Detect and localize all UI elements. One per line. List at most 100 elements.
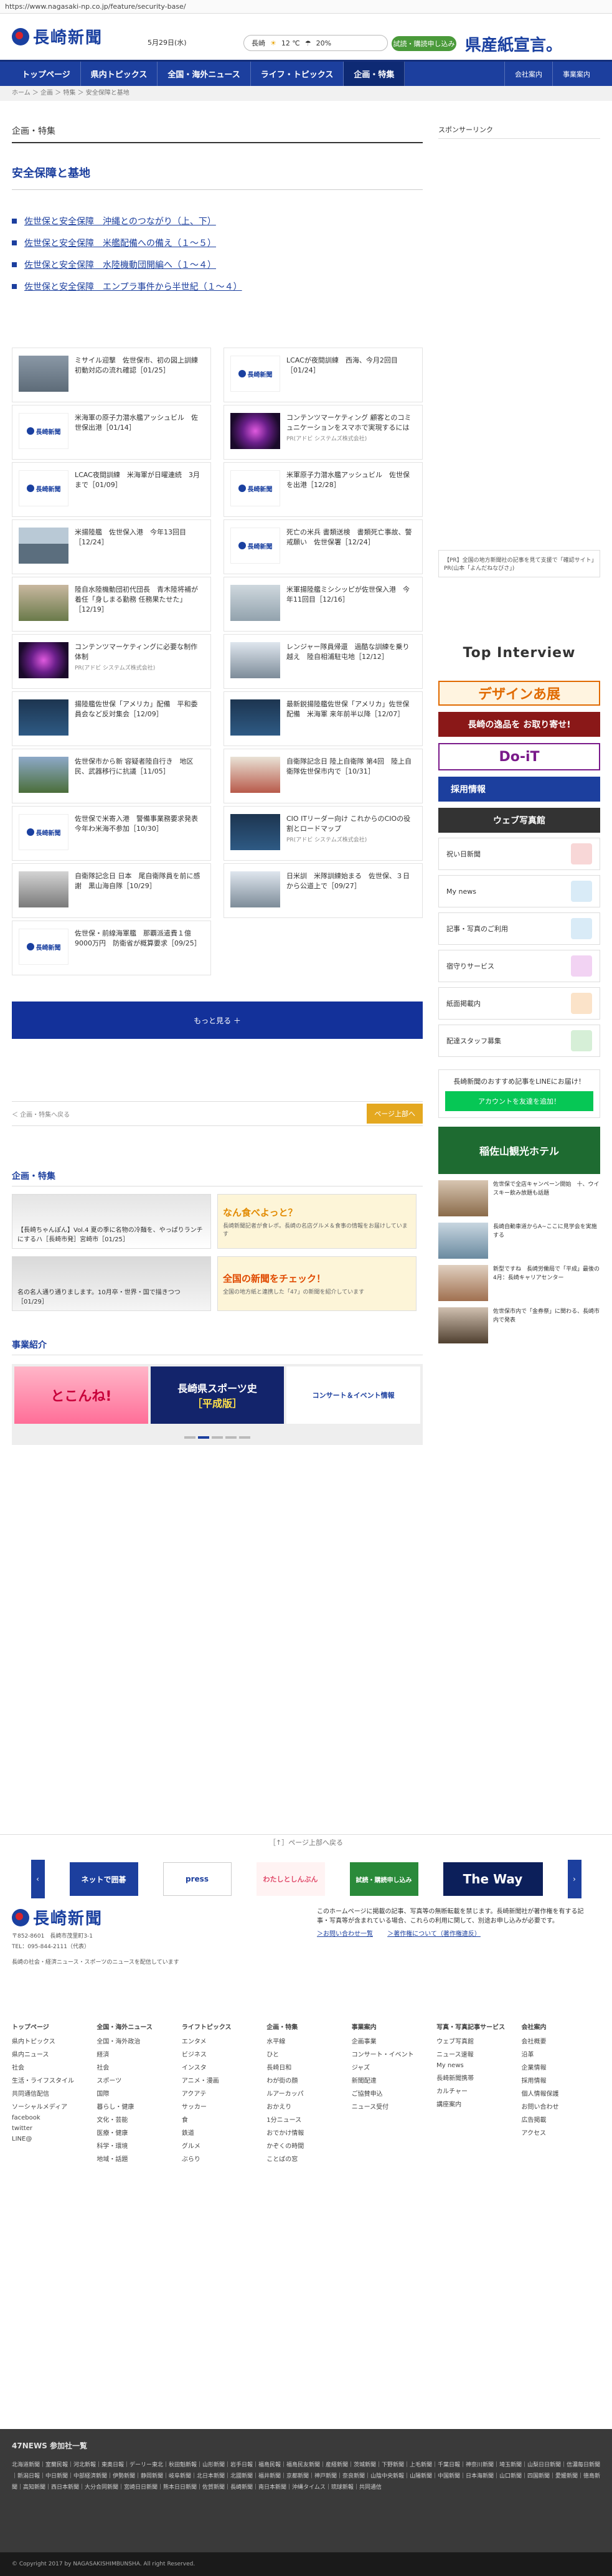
partner-heading[interactable]: ［↑］ページ上部へ戻る [0, 1835, 612, 1850]
footer-link[interactable]: ニュース受付 [352, 2101, 430, 2111]
site-logo[interactable]: 長崎新聞 [12, 25, 103, 48]
footer-link[interactable]: インスタ [182, 2062, 260, 2072]
footer-link[interactable]: ことばの窓 [266, 2154, 345, 2163]
side-news-item[interactable]: 長崎自動車道からA~ここに見学会を実施する [438, 1223, 600, 1259]
contact-link[interactable]: ＞お問い合わせ一覧 [317, 1928, 373, 1938]
footer-link[interactable]: 生活・ライフスタイル [12, 2075, 90, 2085]
footer-link[interactable]: facebook [12, 2114, 90, 2121]
side-button[interactable]: 祝い日新聞 [438, 838, 600, 870]
footer-link[interactable]: My news [436, 2062, 515, 2069]
article-card[interactable]: 米揚陸艦 佐世保入港 今年13回目［12/24］ [12, 519, 211, 574]
side-button[interactable]: 紙面掲載内 [438, 987, 600, 1020]
recruit-banner[interactable]: 採用情報 [438, 777, 600, 802]
article-card[interactable]: 長崎新聞 米海軍の原子力潜水艦アッシュビル 佐世保出港［01/14］ [12, 405, 211, 460]
article-card[interactable]: 最新鋭揚陸艦佐世保「アメリカ」佐世保配備 米海軍 来年前半以降［12/07］ [224, 691, 423, 746]
footer-link[interactable]: ご協賛申込 [352, 2088, 430, 2098]
nav-business[interactable]: 事業案内 [552, 62, 600, 86]
footer-link[interactable]: 長崎新聞携帯 [436, 2073, 515, 2082]
footer-link[interactable]: 共同通信配信 [12, 2088, 90, 2098]
footer-link[interactable]: スポーツ [97, 2075, 175, 2085]
footer-column-heading[interactable]: 企画・特集 [266, 2022, 345, 2031]
footer-column-heading[interactable]: 事業案内 [352, 2022, 430, 2031]
slide[interactable]: 長崎県スポーツ史 ［平成版］ [150, 1366, 285, 1424]
series-link[interactable]: 佐世保と安全保障 沖縄とのつながり（上、下） [12, 215, 423, 227]
footer-link[interactable]: 社会 [97, 2062, 175, 2072]
page-top-button[interactable]: ページ上部へ [367, 1104, 423, 1124]
side-button[interactable]: 配達スタッフ募集 [438, 1025, 600, 1057]
footer-link[interactable]: 長崎日和 [266, 2062, 345, 2072]
top-interview-banner[interactable]: Top Interview [438, 631, 600, 675]
breadcrumb-text[interactable]: ホーム ＞ 企画 ＞ 特集 ＞ 安全保障と基地 [12, 86, 600, 101]
footer-link[interactable]: ぶらり [182, 2154, 260, 2163]
footer-link[interactable]: 鉄道 [182, 2128, 260, 2137]
side-news-item[interactable]: 新型ですね 長崎労働局で「平成」最後の4月：長崎キャリアセンター [438, 1265, 600, 1301]
footer-link[interactable]: 経済 [97, 2049, 175, 2058]
goods-banner[interactable]: 長崎の逸品を お取り寄せ! [438, 712, 600, 737]
partner-banner[interactable]: ネットで囲碁 [69, 1862, 138, 1896]
footer-column-heading[interactable]: 写真・写真記事サービス [436, 2022, 515, 2031]
footer-link[interactable]: 科学・環境 [97, 2141, 175, 2150]
article-card[interactable]: 長崎新聞 LCAC夜間訓練 米海軍が日曜連続 3月まで［01/09］ [12, 462, 211, 517]
article-card[interactable]: 長崎新聞 死亡の米兵 書類送検 書類死亡事故、警戒願い 佐世保署［12/24］ [224, 519, 423, 574]
article-card[interactable]: コンテンツマーケティングに必要な制作体制 PR(アドビ システムズ株式会社) [12, 634, 211, 689]
footer-link[interactable]: 沿革 [522, 2049, 600, 2058]
footer-link[interactable]: かぞくの時間 [266, 2141, 345, 2150]
footer-link[interactable]: アニメ・漫画 [182, 2075, 260, 2085]
article-card[interactable]: 長崎新聞 LCACが夜間訓練 西海、今月2回目［01/24］ [224, 348, 423, 402]
footer-link[interactable]: 地域・話題 [97, 2154, 175, 2163]
feature-box-paper-check[interactable]: 全国の新聞をチェック！ 全国の地方紙と連携した「47」の新聞を紹介しています [217, 1256, 417, 1311]
footer-link[interactable]: アクアテ [182, 2088, 260, 2098]
doit-banner[interactable]: Do-iT [438, 743, 600, 770]
footer-column-heading[interactable]: 全国・海外ニュース [97, 2022, 175, 2031]
side-news-item[interactable]: 佐世保市内で「金券祭」に関わる、長崎市内で発表 [438, 1307, 600, 1343]
article-card[interactable]: 長崎新聞 米軍原子力潜水艦アッシュビル 佐世保を出港［12/28］ [224, 462, 423, 517]
footer-link[interactable]: twitter [12, 2125, 90, 2132]
feature-box[interactable]: 【長崎ちゃんぽん】Vol.4 夏の季に名物の冷麺を、やっぱりランチにするハ［長崎… [12, 1194, 211, 1249]
footer-link[interactable]: 個人情報保護 [522, 2088, 600, 2098]
footer-link[interactable]: ルアーカッパ [266, 2088, 345, 2098]
footer-link[interactable]: コンサート・イベント [352, 2049, 430, 2058]
feature-box-nantabe[interactable]: なん食べよっと？ 長崎新聞記者が食レポ。長崎の名店グルメ＆食事の情報をお届けして… [217, 1194, 417, 1249]
footer-link[interactable]: アクセス [522, 2128, 600, 2137]
side-button[interactable]: My news [438, 875, 600, 907]
pager-back-link[interactable]: ＜ 企画・特集へ戻る [12, 1109, 70, 1119]
article-card[interactable]: 日米訓 米隊訓練始まる 佐世保、３日から公道上で［09/27］ [224, 863, 423, 918]
nav-company[interactable]: 会社案内 [504, 62, 552, 86]
news47-list[interactable]: 北海道新聞｜室蘭民報｜河北新報｜東奥日報｜デーリー東北｜秋田魁新報｜山形新聞｜岩… [12, 2460, 600, 2493]
footer-link[interactable]: 医療・健康 [97, 2128, 175, 2137]
footer-link[interactable]: ビジネス [182, 2049, 260, 2058]
sponsor-ad[interactable]: 【PR】全国の地方新聞社の記事を見て支援で「確認サイト」PR(山本「よんだねなび… [438, 550, 600, 577]
article-card[interactable]: コンテンツマーケティング 顧客とのコミュニケーションをスマホで実現するには PR(… [224, 405, 423, 460]
nav-feature[interactable]: 企画・特集 [344, 62, 405, 86]
footer-link[interactable]: おかえり [266, 2101, 345, 2111]
footer-link[interactable]: 暮らし・健康 [97, 2101, 175, 2111]
footer-link[interactable]: 広告掲載 [522, 2114, 600, 2124]
article-card[interactable]: ミサイル迎撃 佐世保市、初の図上訓練 初動対応の流れ確認［01/25］ [12, 348, 211, 402]
footer-link[interactable]: LINE@ [12, 2136, 90, 2143]
footer-link[interactable]: 国際 [97, 2088, 175, 2098]
article-card[interactable]: 陸自水陸機動団初代団長 青木陸将補が着任「身しまる勤務 任務果たせた」［12/1… [12, 577, 211, 632]
footer-link[interactable]: わが街の顔 [266, 2075, 345, 2085]
footer-column-heading[interactable]: トップページ [12, 2022, 90, 2031]
footer-link[interactable]: 食 [182, 2114, 260, 2124]
footer-link[interactable]: 県内ニュース [12, 2049, 90, 2058]
footer-column-heading[interactable]: ライフトピックス [182, 2022, 260, 2031]
more-button[interactable]: もっと見る ＋ [12, 1002, 423, 1039]
feature-box[interactable]: 名の名人通り通りまします。10月卒・世界・国で描きつつ［01/29］ [12, 1256, 211, 1311]
nav-local[interactable]: 県内トピックス [81, 62, 158, 86]
footer-link[interactable]: おでかけ情報 [266, 2128, 345, 2137]
footer-link[interactable]: 1分ニュース [266, 2114, 345, 2124]
footer-link[interactable]: ひと [266, 2049, 345, 2058]
footer-link[interactable]: ウェブ写真館 [436, 2036, 515, 2045]
footer-link[interactable]: 新聞配達 [352, 2075, 430, 2085]
footer-link[interactable]: グルメ [182, 2141, 260, 2150]
nav-life[interactable]: ライフ・トピックス [251, 62, 344, 86]
nav-national[interactable]: 全国・海外ニュース [158, 62, 251, 86]
footer-link[interactable]: 企画事業 [352, 2036, 430, 2045]
slide[interactable]: コンサート＆イベント情報 [286, 1366, 421, 1424]
article-card[interactable]: 長崎新聞 佐世保で米寄入港 警備事業務要求発表 今年わ米海不参加［10/30］ [12, 806, 211, 861]
footer-link[interactable]: 社会 [12, 2062, 90, 2072]
footer-link[interactable]: お問い合わせ [522, 2101, 600, 2111]
line-add-button[interactable]: アカウントを友達を追加！ [445, 1091, 593, 1111]
photo-banner[interactable]: ウェブ写真館 [438, 808, 600, 833]
